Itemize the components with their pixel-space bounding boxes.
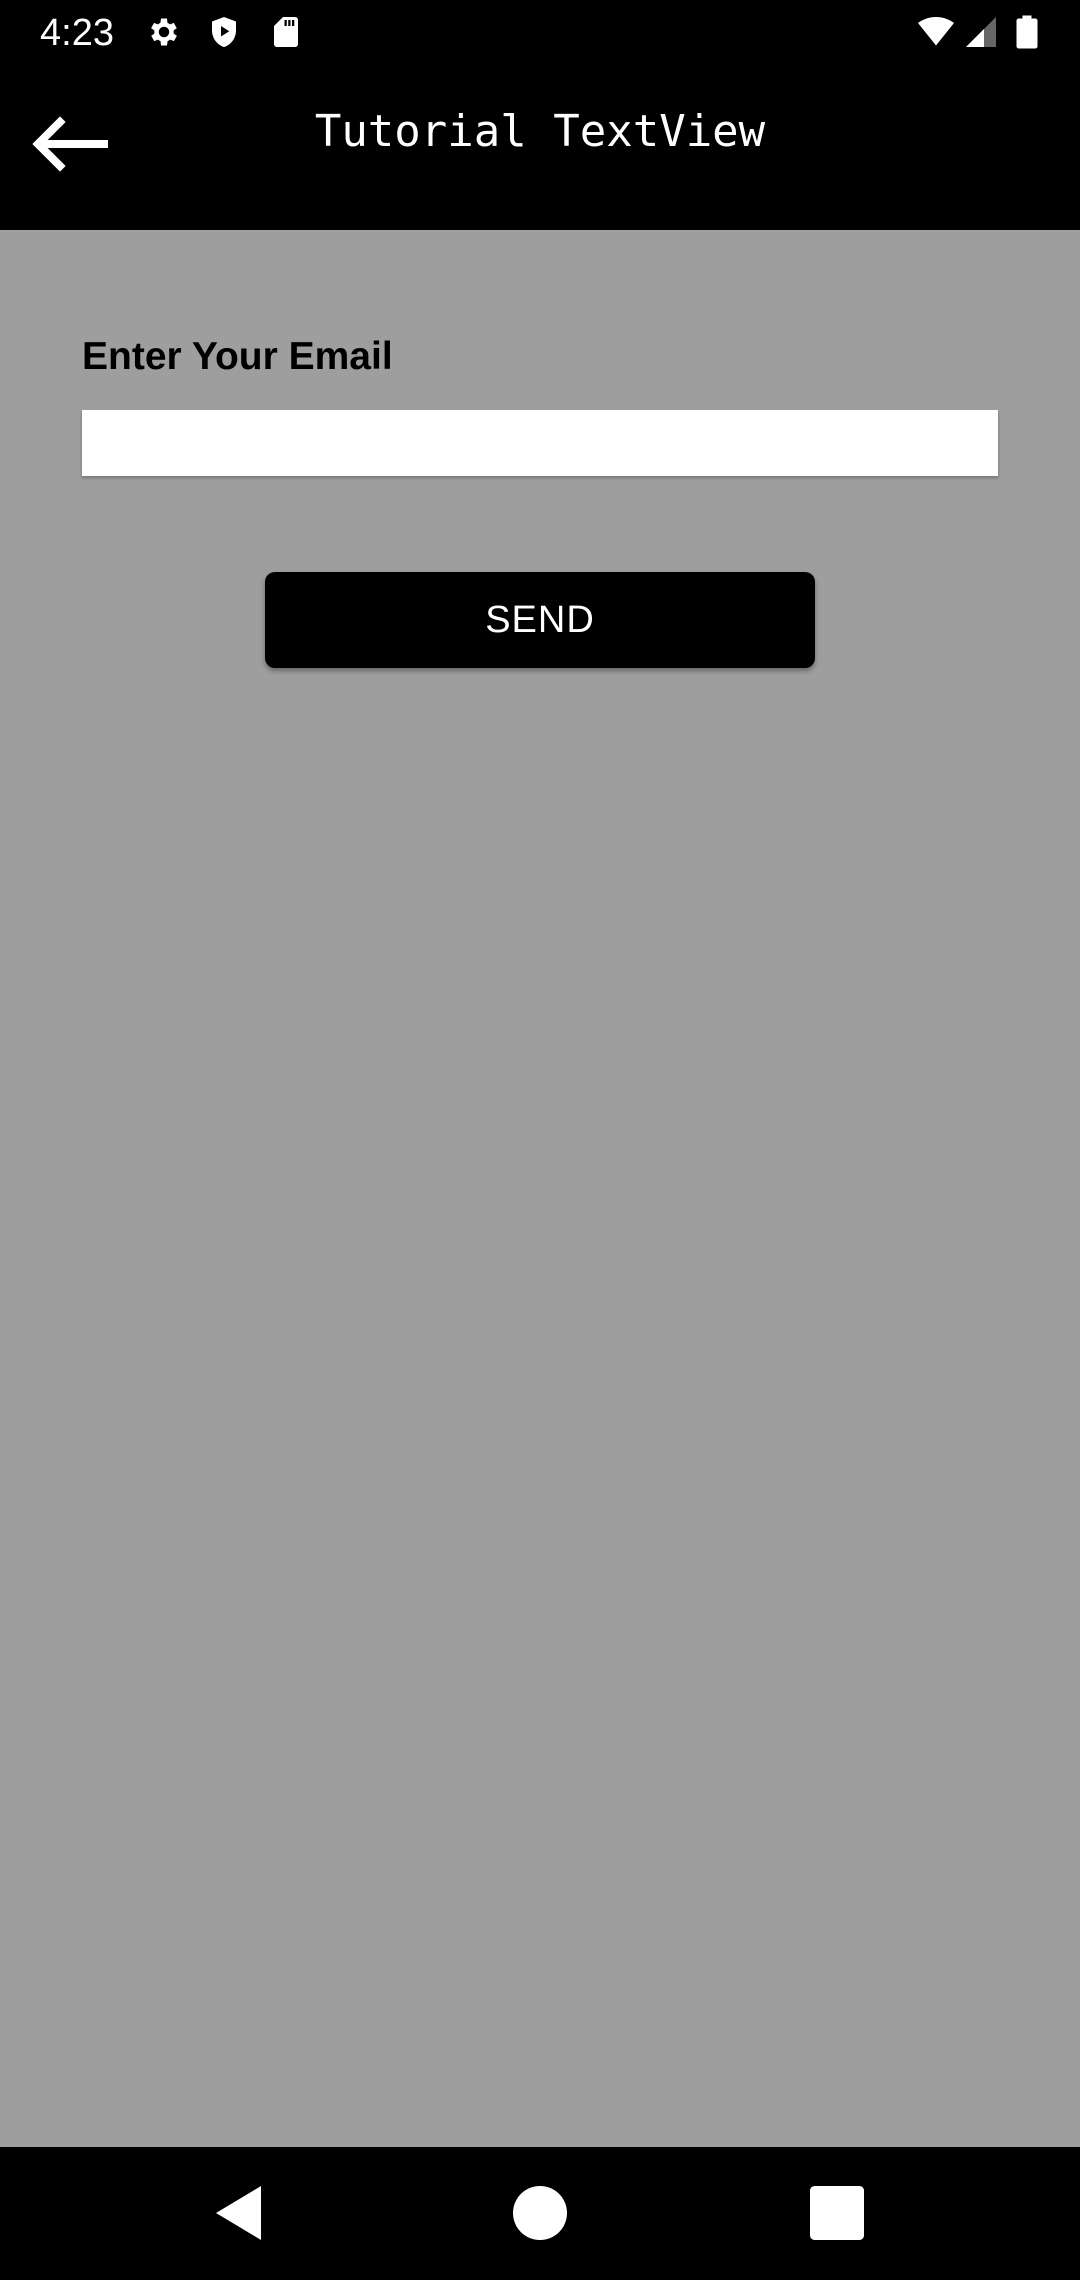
main-content: Enter Your Email SEND: [0, 230, 1080, 2147]
screen: 4:23 Tutorial TextView Enter Your Email …: [0, 0, 1080, 2280]
app-bar: Tutorial TextView: [0, 66, 1080, 230]
nav-recents-button[interactable]: [801, 2177, 873, 2249]
nav-back-button[interactable]: [204, 2177, 276, 2249]
nav-recents-icon: [810, 2186, 864, 2240]
nav-back-icon: [216, 2186, 261, 2240]
status-time: 4:23: [40, 12, 114, 54]
page-title: Tutorial TextView: [314, 106, 766, 157]
sd-card-icon: [268, 14, 304, 50]
cell-signal-icon: [962, 14, 1000, 50]
email-field[interactable]: [82, 410, 998, 476]
wifi-icon: [914, 14, 958, 50]
nav-home-icon: [513, 2186, 567, 2240]
send-button[interactable]: SEND: [265, 572, 815, 668]
nav-home-button[interactable]: [504, 2177, 576, 2249]
shield-play-icon: [206, 14, 242, 50]
email-label: Enter Your Email: [82, 335, 393, 378]
navigation-bar: [0, 2147, 1080, 2280]
battery-icon: [1012, 14, 1042, 50]
status-bar: 4:23: [0, 0, 1080, 66]
settings-icon: [146, 14, 182, 50]
